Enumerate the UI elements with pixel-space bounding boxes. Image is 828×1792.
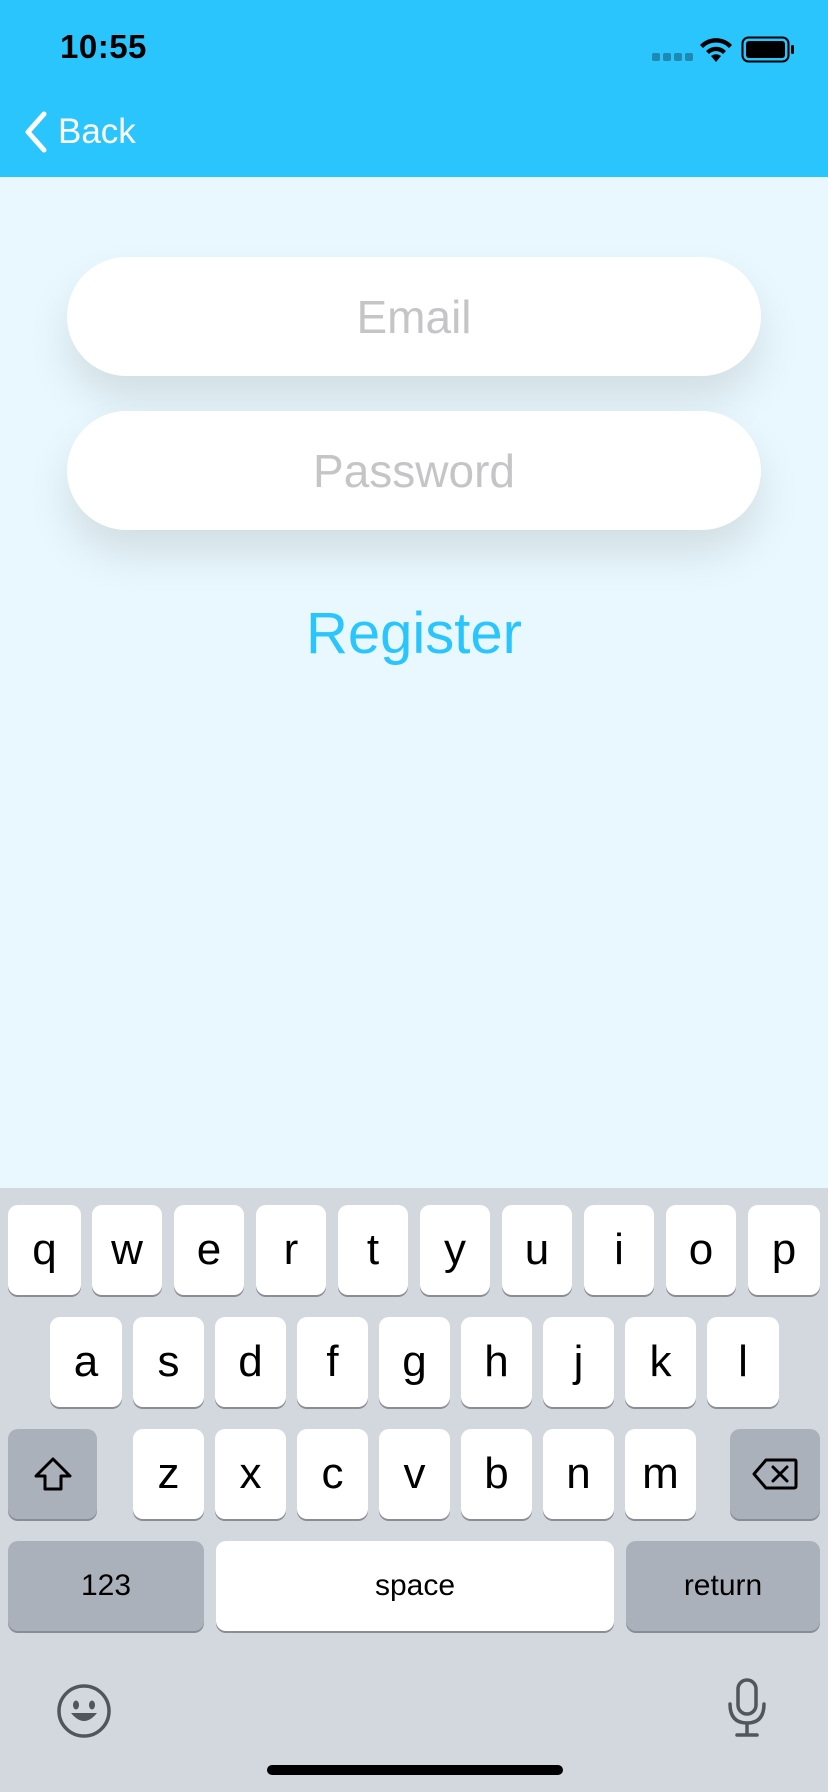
emoji-icon[interactable] — [56, 1683, 112, 1739]
key-o[interactable]: o — [666, 1205, 736, 1295]
key-i[interactable]: i — [584, 1205, 654, 1295]
navigation-bar: 10:55 Back — [0, 0, 828, 177]
key-a[interactable]: a — [50, 1317, 122, 1407]
battery-icon — [741, 36, 794, 63]
delete-key[interactable] — [730, 1429, 820, 1519]
email-field[interactable] — [67, 288, 761, 345]
back-button[interactable]: Back — [22, 108, 136, 156]
delete-icon — [752, 1458, 798, 1490]
status-time: 10:55 — [60, 28, 147, 65]
key-x[interactable]: x — [215, 1429, 286, 1519]
key-h[interactable]: h — [461, 1317, 532, 1407]
key-e[interactable]: e — [174, 1205, 244, 1295]
signal-icon — [652, 53, 693, 61]
back-chevron-icon — [25, 111, 47, 153]
password-field[interactable] — [67, 442, 761, 499]
back-label: Back — [58, 112, 136, 151]
password-field-container — [67, 411, 761, 530]
key-z[interactable]: z — [133, 1429, 204, 1519]
key-p[interactable]: p — [748, 1205, 820, 1295]
key-j[interactable]: j — [543, 1317, 614, 1407]
return-key[interactable]: return — [626, 1541, 820, 1631]
key-m[interactable]: m — [625, 1429, 696, 1519]
email-field-container — [67, 257, 761, 376]
key-l[interactable]: l — [707, 1317, 779, 1407]
mic-icon[interactable] — [726, 1678, 768, 1738]
key-v[interactable]: v — [379, 1429, 450, 1519]
key-f[interactable]: f — [297, 1317, 368, 1407]
key-r[interactable]: r — [256, 1205, 326, 1295]
shift-icon — [34, 1457, 71, 1491]
key-y[interactable]: y — [420, 1205, 490, 1295]
shift-key[interactable] — [8, 1429, 97, 1519]
register-button[interactable]: Register — [0, 600, 828, 667]
key-d[interactable]: d — [215, 1317, 286, 1407]
key-k[interactable]: k — [625, 1317, 696, 1407]
numbers-key[interactable]: 123 — [8, 1541, 204, 1631]
home-indicator — [267, 1765, 563, 1775]
key-g[interactable]: g — [379, 1317, 450, 1407]
key-n[interactable]: n — [543, 1429, 614, 1519]
key-b[interactable]: b — [461, 1429, 532, 1519]
key-s[interactable]: s — [133, 1317, 204, 1407]
key-c[interactable]: c — [297, 1429, 368, 1519]
key-q[interactable]: q — [8, 1205, 81, 1295]
space-key[interactable]: space — [216, 1541, 614, 1631]
key-w[interactable]: w — [92, 1205, 162, 1295]
key-u[interactable]: u — [502, 1205, 572, 1295]
wifi-icon — [700, 38, 732, 62]
key-t[interactable]: t — [338, 1205, 408, 1295]
